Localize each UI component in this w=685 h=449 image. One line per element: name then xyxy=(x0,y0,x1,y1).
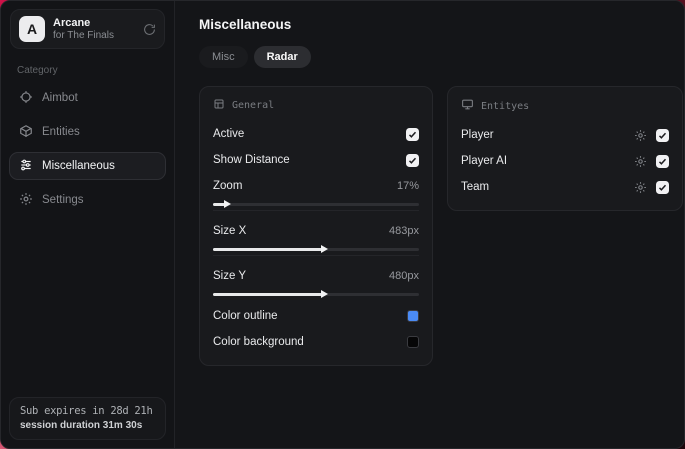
gear-icon[interactable] xyxy=(634,129,647,142)
sidebar-item-label: Miscellaneous xyxy=(42,160,115,172)
main-content: Miscellaneous Misc Radar General Active … xyxy=(175,1,684,448)
subscription-status-card: Sub expires in 28d 21h session duration … xyxy=(9,397,166,440)
team-checkbox[interactable] xyxy=(656,180,669,194)
gear-icon xyxy=(19,192,33,209)
color-row-background: Color background xyxy=(213,331,419,353)
show-distance-checkbox[interactable] xyxy=(406,153,419,167)
gear-icon[interactable] xyxy=(634,181,647,194)
layout-icon xyxy=(213,98,225,113)
slider-value: 483px xyxy=(389,225,419,237)
toggle-label: Show Distance xyxy=(213,154,290,166)
cube-icon xyxy=(19,124,33,141)
session-duration-text: session duration 31m 30s xyxy=(20,420,143,431)
color-outline-swatch[interactable] xyxy=(407,310,419,322)
slider-thumb[interactable] xyxy=(321,290,329,298)
active-checkbox[interactable] xyxy=(406,127,419,141)
sidebar-item-miscellaneous[interactable]: Miscellaneous xyxy=(9,152,166,180)
entity-label: Player AI xyxy=(461,155,508,167)
profile-card: A Arcane for The Finals xyxy=(10,9,165,49)
general-panel-title: General xyxy=(232,100,275,111)
monitor-icon xyxy=(461,98,474,114)
toggle-label: Active xyxy=(213,128,245,140)
slider-group-zoom: Zoom 17% xyxy=(213,175,419,211)
entity-label: Player xyxy=(461,129,494,141)
slider-group-size-y: Size Y 480px xyxy=(213,265,419,298)
slider-label: Zoom xyxy=(213,180,243,192)
slider-thumb[interactable] xyxy=(321,245,329,253)
sidebar-item-entities[interactable]: Entities xyxy=(9,118,166,146)
crosshair-icon xyxy=(19,90,33,107)
app-window: A Arcane for The Finals Category Aimbot … xyxy=(0,0,685,449)
sidebar: A Arcane for The Finals Category Aimbot … xyxy=(1,1,175,448)
tab-radar[interactable]: Radar xyxy=(253,46,311,68)
player-checkbox[interactable] xyxy=(656,128,669,142)
app-subtitle: for The Finals xyxy=(53,29,114,41)
slider-label: Size Y xyxy=(213,270,247,282)
zoom-slider[interactable] xyxy=(213,200,419,208)
sub-expires-text: Sub expires in 28d 21h xyxy=(20,405,153,417)
entity-row-player-ai: Player AI xyxy=(461,150,669,172)
entity-row-player: Player xyxy=(461,124,669,146)
sidebar-item-label: Aimbot xyxy=(42,92,78,104)
toggle-row-show-distance: Show Distance xyxy=(213,149,419,171)
page-title: Miscellaneous xyxy=(199,17,292,32)
toggle-row-active: Active xyxy=(213,123,419,145)
refresh-icon[interactable] xyxy=(143,23,156,36)
size-y-slider[interactable] xyxy=(213,290,419,298)
check-icon xyxy=(658,184,667,191)
slider-group-size-x: Size X 483px xyxy=(213,220,419,256)
slider-thumb[interactable] xyxy=(224,200,232,208)
color-label: Color background xyxy=(213,336,304,348)
sidebar-nav: Aimbot Entities Miscellaneous Settings xyxy=(1,82,174,216)
sidebar-item-label: Entities xyxy=(42,126,80,138)
entity-label: Team xyxy=(461,181,490,193)
app-name: Arcane xyxy=(53,16,91,29)
player-ai-checkbox[interactable] xyxy=(656,154,669,168)
gear-icon[interactable] xyxy=(634,155,647,168)
color-label: Color outline xyxy=(213,310,278,322)
app-logo: A xyxy=(19,16,45,42)
sliders-icon xyxy=(19,158,33,175)
entities-panel: Entityes Player Player AI Team xyxy=(447,86,683,211)
slider-value: 17% xyxy=(396,180,419,192)
sidebar-item-settings[interactable]: Settings xyxy=(9,186,166,214)
size-x-slider[interactable] xyxy=(213,245,419,253)
slider-value: 480px xyxy=(389,270,419,282)
tab-bar: Misc Radar xyxy=(199,46,683,68)
check-icon xyxy=(408,131,417,138)
entities-panel-title: Entityes xyxy=(481,100,530,112)
sidebar-item-aimbot[interactable]: Aimbot xyxy=(9,84,166,112)
category-label: Category xyxy=(17,65,58,76)
general-panel: General Active Show Distance Zoom 17% Si… xyxy=(199,86,433,366)
sidebar-item-label: Settings xyxy=(42,194,84,206)
tab-misc[interactable]: Misc xyxy=(199,46,248,68)
slider-label: Size X xyxy=(213,225,247,237)
check-icon xyxy=(658,158,667,165)
color-row-outline: Color outline xyxy=(213,305,419,327)
check-icon xyxy=(408,157,417,164)
check-icon xyxy=(658,132,667,139)
color-background-swatch[interactable] xyxy=(407,336,419,348)
entity-row-team: Team xyxy=(461,176,669,198)
